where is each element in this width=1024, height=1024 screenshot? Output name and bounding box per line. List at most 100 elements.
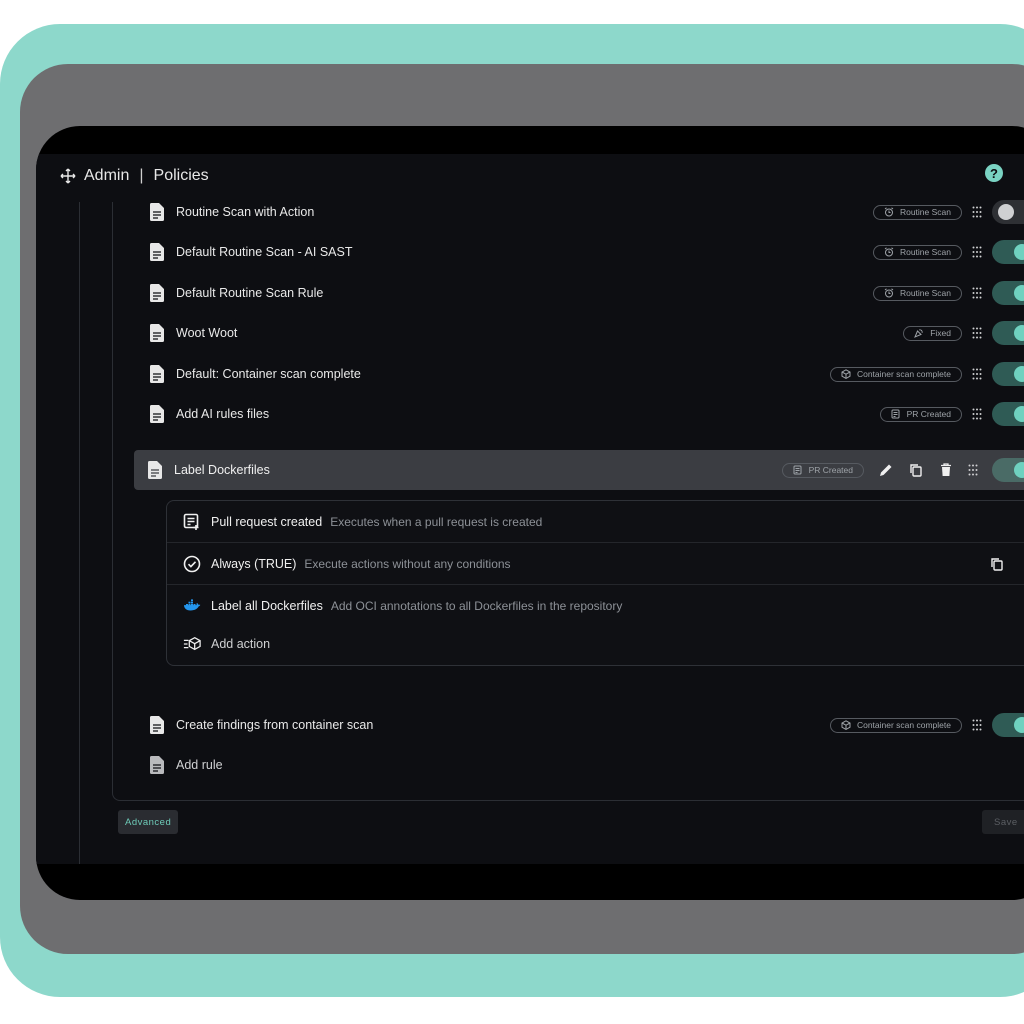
toggle-knob: [1014, 717, 1024, 733]
rule-name: Default Routine Scan Rule: [176, 286, 324, 300]
condition-row[interactable]: Always (TRUE) Execute actions without an…: [167, 543, 1024, 584]
rule-enabled-toggle[interactable]: [992, 713, 1024, 737]
selected-rule-row[interactable]: Label Dockerfiles PR Created: [134, 450, 1024, 490]
tree-guide-line: [79, 202, 80, 864]
copy-icon: [991, 557, 1003, 571]
trigger-label: Routine Scan: [899, 288, 951, 298]
rule-enabled-toggle[interactable]: [992, 362, 1024, 386]
trigger-chip: Routine Scan: [872, 244, 962, 260]
add-action-label: Add action: [211, 636, 271, 651]
trigger-chip: Container scan complete: [829, 717, 962, 733]
trigger-description: Executes when a pull request is created: [330, 514, 543, 529]
drag-handle-icon[interactable]: [968, 464, 978, 476]
toggle-knob: [1014, 285, 1024, 301]
edit-button[interactable]: [878, 462, 894, 478]
trigger-chip: PR Created: [879, 406, 962, 422]
toggle-knob: [1014, 244, 1024, 260]
rule-enabled-toggle[interactable]: [992, 240, 1024, 264]
rule-row[interactable]: Default: Container scan complete Contain…: [136, 356, 1024, 392]
add-action-row[interactable]: Add action: [167, 623, 1024, 664]
trigger-label: Container scan complete: [856, 369, 951, 379]
rule-row[interactable]: Add AI rules files PR Created: [136, 396, 1024, 432]
trigger-row[interactable]: Pull request created Executes when a pul…: [167, 501, 1024, 542]
breadcrumb-separator: |: [139, 167, 144, 184]
alarm-clock-icon: [884, 288, 894, 298]
drag-handle-icon[interactable]: [972, 368, 982, 380]
trigger-label: Fixed: [930, 328, 951, 338]
rule-enabled-toggle[interactable]: [992, 402, 1024, 426]
rule-enabled-toggle[interactable]: [992, 200, 1024, 224]
add-rule-label: Add rule: [176, 758, 223, 772]
drag-handle-icon[interactable]: [972, 246, 982, 258]
alarm-clock-icon: [884, 207, 894, 217]
add-rule-row[interactable]: Add rule: [136, 747, 1024, 783]
document-icon: [150, 365, 164, 383]
rule-name: Woot Woot: [176, 326, 238, 340]
add-document-icon: [150, 756, 164, 774]
rule-name: Routine Scan with Action: [176, 205, 315, 219]
toggle-knob: [998, 204, 1014, 220]
device-frame-inner: Admin | Policies ? Routine Scan with Act…: [36, 126, 1024, 900]
rule-name: Default Routine Scan - AI SAST: [176, 245, 353, 259]
drag-handle-icon[interactable]: [972, 287, 982, 299]
party-popper-icon: [914, 329, 924, 338]
document-icon: [150, 405, 164, 423]
toggle-knob: [1014, 366, 1024, 382]
trigger-chip: PR Created: [781, 462, 864, 478]
trigger-title: Pull request created: [211, 514, 323, 529]
rule-name: Default: Container scan complete: [176, 367, 361, 381]
condition-description: Execute actions without any conditions: [304, 556, 511, 571]
trigger-chip: Container scan complete: [829, 366, 962, 382]
action-title: Label all Dockerfiles: [211, 598, 323, 613]
breadcrumb-admin[interactable]: Admin: [84, 167, 129, 185]
toggle-knob: [1014, 406, 1024, 422]
action-description: Add OCI annotations to all Dockerfiles i…: [330, 598, 623, 613]
page-title: Policies: [153, 167, 209, 184]
trigger-label: Container scan complete: [856, 720, 951, 730]
pencil-icon: [880, 464, 892, 476]
document-icon: [150, 203, 164, 221]
move-icon[interactable]: [60, 168, 76, 184]
toggle-knob: [1014, 325, 1024, 341]
trigger-label: Routine Scan: [899, 207, 951, 217]
help-button[interactable]: ?: [985, 164, 1003, 182]
trigger-chip: Routine Scan: [872, 204, 962, 220]
add-action-icon: [183, 636, 201, 650]
rule-row[interactable]: Default Routine Scan - AI SAST Routine S…: [136, 234, 1024, 270]
copy-icon: [910, 464, 922, 477]
drag-handle-icon[interactable]: [972, 408, 982, 420]
document-icon: [150, 284, 164, 302]
delete-button[interactable]: [938, 462, 954, 478]
save-button[interactable]: Save: [982, 810, 1024, 834]
drag-handle-icon[interactable]: [972, 719, 982, 731]
action-row[interactable]: Label all Dockerfiles Add OCI annotation…: [167, 585, 1024, 626]
pull-request-icon: [891, 409, 900, 419]
copy-condition-button[interactable]: [989, 556, 1005, 572]
rule-row[interactable]: Default Routine Scan Rule Routine Scan: [136, 275, 1024, 311]
check-circle-icon: [183, 555, 201, 572]
app-screen: Admin | Policies ? Routine Scan with Act…: [36, 154, 1024, 864]
advanced-button[interactable]: Advanced: [118, 810, 179, 834]
rule-enabled-toggle[interactable]: [992, 281, 1024, 305]
drag-handle-icon[interactable]: [972, 327, 982, 339]
trigger-chip: Fixed: [903, 325, 962, 341]
rule-row[interactable]: Routine Scan with Action Routine Scan: [136, 194, 1024, 230]
rule-name: Add AI rules files: [176, 407, 270, 421]
rule-enabled-toggle[interactable]: [992, 458, 1024, 482]
trigger-chip: Routine Scan: [872, 285, 962, 301]
rule-name: Label Dockerfiles: [174, 463, 270, 477]
trash-icon: [941, 463, 951, 476]
drag-handle-icon[interactable]: [972, 206, 982, 218]
condition-title: Always (TRUE): [211, 556, 297, 571]
document-icon: [150, 243, 164, 261]
document-icon: [148, 461, 162, 479]
alarm-clock-icon: [884, 247, 894, 257]
rule-row[interactable]: Woot Woot Fixed: [136, 315, 1024, 351]
duplicate-button[interactable]: [908, 462, 924, 478]
app-header: Admin | Policies: [60, 164, 209, 188]
rule-row[interactable]: Create findings from container scan Cont…: [136, 707, 1024, 743]
cube-icon: [841, 720, 851, 730]
document-icon: [150, 716, 164, 734]
trigger-label: Routine Scan: [899, 247, 951, 257]
rule-enabled-toggle[interactable]: [992, 321, 1024, 345]
